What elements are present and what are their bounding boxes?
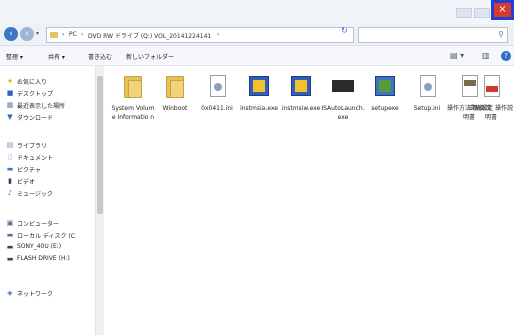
- search-input[interactable]: ⚲: [358, 27, 508, 43]
- minimize-button[interactable]: [456, 8, 472, 18]
- navigation-pane-scrollbar[interactable]: [95, 66, 104, 335]
- download-icon: ▼: [7, 113, 13, 121]
- pictures-icon: ▬: [6, 165, 14, 173]
- sidebar-item-label: コンピューター: [17, 221, 60, 228]
- help-button[interactable]: ?: [501, 51, 511, 61]
- sidebar-item-label: ミュージック: [17, 191, 53, 198]
- local-disk-icon: ▬: [6, 231, 14, 239]
- pdf-document-icon: [478, 74, 504, 100]
- address-bar[interactable]: › PC › DVD RW ドライブ (Q:) VOL_20141224141 …: [46, 27, 376, 43]
- file-item-manual-2[interactable]: 環境設定 操作説明書: [468, 74, 514, 164]
- command-bar: 整理 ▾ 共有 ▾ 書き込む 新しいフォルダー ▤ ▾ ▥ ?: [0, 46, 514, 66]
- new-folder-button[interactable]: 新しいフォルダー: [126, 52, 174, 61]
- organize-menu[interactable]: 整理 ▾: [6, 52, 23, 61]
- file-item-setupexe[interactable]: setupexe: [362, 74, 408, 164]
- sidebar-item-label: SONY_40U (E:): [17, 243, 62, 250]
- navigation-bar: ‹ › ▾ › PC › DVD RW ドライブ (Q:) VOL_201412…: [0, 24, 514, 46]
- installer-icon: [288, 74, 314, 100]
- preview-pane-button[interactable]: ▥: [482, 51, 490, 60]
- search-icon: ⚲: [498, 30, 504, 39]
- file-item-system-volume-information[interactable]: System Volume Informatio n: [110, 74, 156, 164]
- scrollbar-thumb[interactable]: [97, 76, 103, 214]
- sidebar-item-label: ドキュメント: [17, 155, 54, 162]
- sidebar-item-label: ピクチャ: [17, 167, 41, 174]
- share-menu[interactable]: 共有 ▾: [48, 52, 65, 61]
- chevron-right-icon: ›: [81, 31, 84, 38]
- usb-drive-icon: ▬: [6, 243, 14, 251]
- back-button[interactable]: ‹: [4, 27, 18, 41]
- sidebar-item-label: 最近表示した場所: [17, 103, 66, 110]
- folder-icon: [120, 74, 146, 100]
- videos-icon: ▮: [8, 177, 12, 185]
- sidebar-item-label: ライブラリ: [17, 143, 48, 150]
- computer-icon: ▣: [6, 219, 14, 227]
- chevron-right-icon: ›: [62, 31, 65, 38]
- view-icon: ▤ ▾: [450, 51, 465, 60]
- breadcrumb-dvd-drive[interactable]: DVD RW ドライブ (Q:) VOL_20141224141: [88, 31, 211, 40]
- file-item-instmsia[interactable]: instmsia.exe: [236, 74, 282, 164]
- file-name: Setup.ini: [413, 105, 441, 112]
- help-icon: ?: [504, 52, 508, 60]
- back-arrow-icon: ‹: [9, 29, 13, 39]
- file-name: setupexe: [371, 105, 399, 112]
- sidebar-item-label: ビデオ: [17, 179, 36, 186]
- recent-locations-button[interactable]: ▾: [36, 30, 39, 37]
- file-item-instmsiw[interactable]: instmsiw.exe: [278, 74, 324, 164]
- file-name: ISAutoLaunch.exe: [321, 105, 365, 121]
- library-icon: ▤: [6, 141, 14, 149]
- setup-icon: [372, 74, 398, 100]
- burn-button[interactable]: 書き込む: [88, 52, 112, 61]
- desktop-icon: ■: [6, 89, 14, 97]
- chevron-down-icon: ▾: [36, 30, 40, 37]
- preview-pane-icon: ▥: [482, 51, 490, 60]
- settings-file-icon: [414, 74, 440, 100]
- maximize-button[interactable]: [474, 8, 490, 18]
- file-name: instmsia.exe: [240, 105, 278, 112]
- recent-places-icon: ▦: [6, 101, 14, 109]
- sidebar-item-label: ローカル ディスク (C: [17, 233, 75, 240]
- sidebar-item-label: お気に入り: [17, 79, 48, 86]
- app-icon: [330, 74, 356, 100]
- file-name: 0x0411.ini: [201, 105, 233, 112]
- sidebar-item-label: ダウンロード: [17, 115, 54, 122]
- star-icon: ★: [6, 77, 14, 85]
- chevron-right-icon: ›: [217, 31, 220, 38]
- title-bar: ×: [0, 0, 514, 24]
- close-button[interactable]: ×: [491, 0, 514, 20]
- forward-arrow-icon: ›: [25, 29, 29, 39]
- refresh-button[interactable]: ↻: [341, 26, 348, 35]
- file-item-isautolaunch[interactable]: ISAutoLaunch.exe: [320, 74, 366, 164]
- file-name: System Volume Informatio n: [111, 105, 155, 121]
- folder-icon: [162, 74, 188, 100]
- navigation-pane: ★ お気に入り ■ デスクトップ ▦ 最近表示した場所 ▼ ダウンロード ▤ ラ…: [0, 66, 95, 335]
- network-icon: ◈: [7, 289, 13, 297]
- breadcrumb-pc[interactable]: PC: [69, 31, 77, 38]
- file-item-setup-ini[interactable]: Setup.ini: [404, 74, 450, 164]
- file-name: instmsiw.exe: [281, 105, 321, 112]
- flash-drive-icon: ▬: [6, 255, 14, 263]
- file-item-0x0411-ini[interactable]: 0x0411.ini: [194, 74, 240, 164]
- change-view-button[interactable]: ▤ ▾: [450, 51, 464, 60]
- settings-file-icon: [204, 74, 230, 100]
- file-item-winboot[interactable]: Winboot: [152, 74, 198, 164]
- forward-button[interactable]: ›: [20, 27, 34, 41]
- drive-icon: [50, 32, 58, 38]
- file-list: System Volume Informatio n Winboot 0x041…: [105, 66, 514, 335]
- sidebar-item-label: FLASH DRIVE (H:): [17, 255, 70, 262]
- file-name: Winboot: [162, 105, 188, 112]
- documents-icon: ▯: [8, 153, 12, 161]
- close-icon: ×: [498, 4, 507, 15]
- sidebar-item-label: デスクトップ: [17, 91, 54, 98]
- music-icon: ♪: [7, 189, 13, 197]
- installer-icon: [246, 74, 272, 100]
- file-name: 環境設定 操作説明書: [469, 105, 513, 121]
- sidebar-item-label: ネットワーク: [17, 291, 54, 298]
